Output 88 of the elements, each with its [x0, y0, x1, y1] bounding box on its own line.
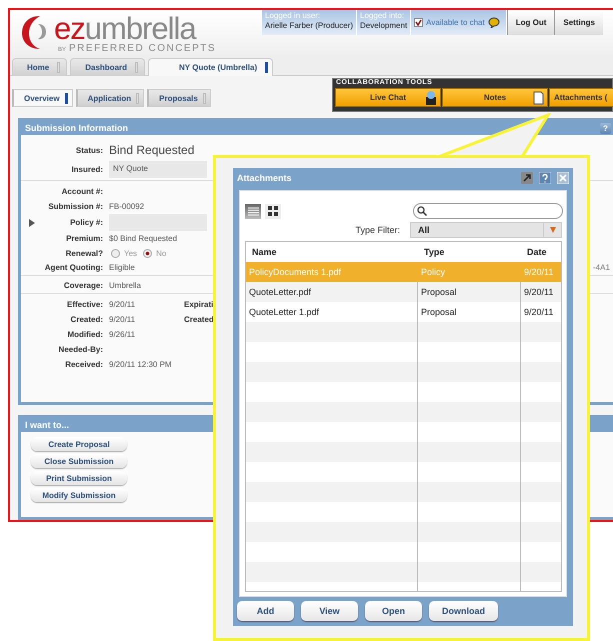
table-row[interactable]: QuoteLetter.pdf Proposal 9/20/11	[246, 282, 561, 302]
radio-button[interactable]	[143, 249, 152, 258]
window-button[interactable]: Download	[429, 601, 498, 621]
chat-icon	[425, 91, 437, 105]
radio-label: Yes	[124, 249, 138, 258]
field-value: 9/26/11	[109, 330, 136, 339]
field-label: Status:	[74, 146, 104, 154]
field-label: Effective:	[66, 300, 104, 309]
field-value: -4A1	[593, 262, 610, 272]
info-value: Development	[360, 21, 408, 31]
window-button[interactable]: Add	[237, 601, 294, 621]
sub-tab[interactable]: Overview	[12, 89, 73, 107]
field-label: Insured:	[70, 165, 104, 174]
note-icon	[533, 91, 544, 105]
table-row[interactable]: QuoteLetter 1.pdf Proposal 9/20/11	[246, 302, 561, 322]
radio-button[interactable]	[111, 249, 120, 258]
field-label: Agent Quoting:	[44, 262, 104, 272]
field-label: Expirati	[184, 300, 214, 309]
table-cell-text: Policy	[420, 267, 446, 277]
action-button[interactable]: Print Submission	[31, 471, 127, 485]
tab[interactable]: NY Quote (Umbrella)	[148, 58, 274, 76]
search-field[interactable]	[413, 203, 563, 219]
panel-title: I want to...	[24, 420, 69, 430]
action-button[interactable]: Close Submission	[31, 454, 127, 468]
grid-view-button[interactable]	[265, 204, 281, 218]
field-value: Umbrella	[109, 280, 142, 290]
header-button[interactable]: Log Out	[506, 10, 554, 35]
field-label: Received:	[64, 360, 104, 369]
table-cell-text: PolicyDocuments 1.pdf	[248, 267, 342, 277]
field-value: $0 Bind Requested	[109, 234, 178, 243]
tool-button[interactable]: Attachments (	[549, 88, 613, 107]
field-label: Created	[184, 315, 214, 324]
radio-label: No	[156, 249, 166, 258]
field-value: 9/20/11	[109, 300, 136, 309]
panel-title: Submission Information	[24, 123, 128, 133]
sub-tab[interactable]: Proposals	[147, 89, 211, 107]
table-cell-text: 9/20/11	[523, 267, 554, 277]
field-value: 9/20/11	[109, 315, 136, 324]
action-button[interactable]: Create Proposal	[31, 437, 127, 451]
window-button[interactable]: View	[301, 601, 358, 621]
info-label: Logged into:	[360, 11, 406, 21]
list-view-button[interactable]	[245, 204, 261, 218]
chat-bubble-icon	[488, 17, 500, 28]
table-cell-text: 9/20/11	[523, 287, 554, 297]
tool-button[interactable]: Live Chat	[335, 88, 441, 107]
status-value: Bind Requested	[109, 143, 194, 157]
logo-wordmark: ezumbrella	[54, 14, 196, 44]
field-label: Policy #:	[69, 218, 104, 227]
chat-label: Available to chat	[426, 18, 485, 27]
table-cell-text: QuoteLetter.pdf	[248, 287, 312, 297]
action-button[interactable]: Modify Submission	[31, 488, 127, 502]
logo-tagline: PREFERRED CONCEPTS	[69, 44, 216, 54]
column-header[interactable]: Date	[521, 247, 561, 257]
dropdown-caret-icon	[550, 227, 556, 233]
field-label: Premium:	[65, 234, 104, 243]
window-button[interactable]: Open	[365, 601, 422, 621]
search-icon	[417, 206, 427, 216]
field-label: Modified:	[66, 330, 104, 339]
type-filter-dropdown[interactable]: All	[410, 222, 562, 238]
expand-arrow-icon[interactable]	[29, 218, 35, 226]
info-label: Logged in user:	[265, 11, 322, 21]
tab[interactable]: Dashboard	[70, 58, 146, 76]
header-button[interactable]: Settings	[554, 10, 603, 35]
chat-checkbox[interactable]	[414, 18, 424, 27]
field-label: Created:	[70, 315, 104, 324]
field-value: FB-00092	[109, 202, 144, 211]
info-value: Arielle Farber (Producer)	[265, 21, 354, 31]
field-label: Submission #:	[47, 202, 104, 211]
table-cell-text: 9/20/11	[523, 307, 554, 317]
filter-label: Type Filter:	[355, 225, 400, 235]
field-value: Eligible	[109, 262, 135, 272]
popout-icon[interactable]	[521, 172, 533, 184]
help-icon[interactable]	[539, 172, 551, 184]
column-header[interactable]: Name	[246, 247, 418, 257]
tab[interactable]: Home	[12, 58, 68, 76]
field-label: Renewal?	[64, 249, 104, 258]
tool-button[interactable]: Notes	[442, 88, 548, 107]
table-cell-text: Proposal	[420, 287, 458, 297]
field-value: 9/20/11 12:30 PM	[109, 360, 172, 369]
table-cell-text: Proposal	[420, 307, 458, 317]
table-cell-text: QuoteLetter 1.pdf	[248, 307, 320, 317]
field-label: Coverage:	[62, 280, 104, 290]
insured-field[interactable]: NY Quote	[109, 161, 207, 178]
field-label: Account #:	[60, 187, 104, 196]
field-label: Needed-By:	[58, 345, 104, 354]
sub-tab[interactable]: Application	[76, 89, 144, 107]
column-header[interactable]: Type	[418, 247, 521, 257]
window-title: Attachments	[237, 173, 292, 183]
